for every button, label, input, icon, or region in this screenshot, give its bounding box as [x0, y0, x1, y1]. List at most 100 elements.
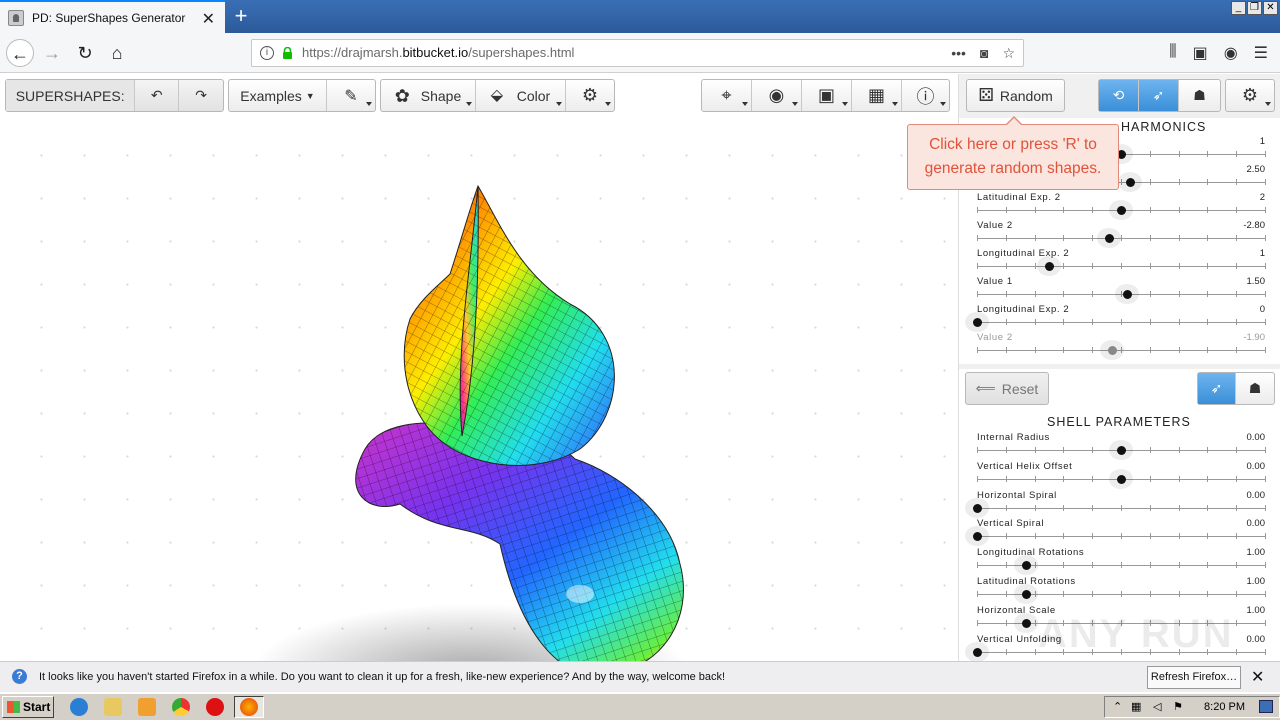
firefox-taskbar-button[interactable] — [234, 696, 264, 718]
flag-icon[interactable]: ⚑ — [1173, 697, 1183, 717]
back-button[interactable]: ← — [6, 39, 34, 67]
forward-button[interactable]: → — [38, 39, 66, 67]
slider-label: Vertical Helix Offset — [977, 460, 1073, 472]
system-tray: ⌃ ▦ ◁ ⚑ 8:20 PM — [1104, 696, 1280, 718]
slider-tick — [1005, 475, 1007, 482]
tab-close-icon[interactable]: ✕ — [202, 9, 215, 29]
window-close-icon[interactable]: ✕ — [1263, 1, 1278, 15]
slider-knob[interactable] — [1122, 290, 1132, 299]
refresh-firefox-button[interactable]: Refresh Firefox… — [1147, 666, 1241, 689]
taskbar: Start ⌃ ▦ ◁ ⚑ 8:20 PM — [0, 693, 1280, 720]
url-bar[interactable]: i https://drajmarsh.bitbucket.io/supersh… — [251, 39, 1024, 67]
harmonics-slider[interactable]: Value 1 1.50 — [977, 276, 1266, 304]
redo-button[interactable]: ↷ — [179, 80, 223, 111]
slider-tick — [1005, 591, 1007, 597]
pocket-icon[interactable]: ◙ — [980, 40, 988, 66]
slider-knob[interactable] — [1125, 178, 1135, 187]
slider-knob[interactable] — [973, 647, 982, 657]
slider-value: 1 — [1259, 248, 1265, 259]
shell-slider[interactable]: Horizontal Spiral 0.00 — [965, 490, 1266, 518]
page-actions-icon[interactable]: ••• — [951, 40, 966, 66]
home-button[interactable]: ⌂ — [103, 39, 131, 67]
harmonics-slider[interactable]: Latitudinal Exp. 2 2 — [977, 192, 1266, 220]
minimize-icon[interactable]: _ — [1231, 1, 1246, 15]
slider-tick — [977, 619, 978, 626]
site-info-icon[interactable]: i — [260, 46, 274, 60]
settings-menu-button[interactable]: ⚙ — [566, 80, 614, 111]
slider-knob[interactable] — [973, 503, 982, 513]
harmonics-slider[interactable]: Value 2 -2.80 — [977, 220, 1266, 248]
random-button[interactable]: ⚄ Random — [966, 79, 1065, 112]
network-icon[interactable]: ▦ — [1131, 697, 1141, 717]
fast-mode-button[interactable]: ➶ — [1139, 80, 1179, 111]
browser-tab[interactable]: PD: SuperShapes Generator ✕ — [0, 0, 225, 33]
show-desktop-icon[interactable] — [1259, 700, 1273, 713]
reload-button[interactable]: ↻ — [71, 39, 99, 67]
shell-slow-button[interactable]: ☗ — [1236, 373, 1274, 404]
slider-tick — [1236, 151, 1238, 157]
display-button[interactable]: ▣ — [802, 80, 852, 111]
shell-slider[interactable]: Vertical Helix Offset 0.00 — [977, 460, 1266, 489]
slider-tick — [1207, 319, 1209, 325]
slider-knob[interactable] — [1021, 590, 1031, 599]
mesh-button[interactable]: ▦ — [852, 80, 902, 111]
orbit-mode-button[interactable]: ⟲ — [1099, 80, 1139, 111]
edit-menu-button[interactable]: ✎ — [327, 80, 375, 111]
screen-icon: ▣ — [817, 85, 835, 105]
library-icon[interactable]: ⫼ — [1169, 43, 1176, 63]
slider-knob[interactable] — [1021, 618, 1031, 628]
slider-tick — [1265, 504, 1266, 511]
slider-value: 2 — [1259, 192, 1265, 203]
reset-button-inner[interactable]: ⟸ Reset — [966, 373, 1048, 404]
harmonics-slider[interactable]: Longitudinal Exp. 2 0 — [965, 304, 1266, 332]
random-button-inner[interactable]: ⚄ Random — [967, 80, 1064, 111]
opera-icon[interactable] — [206, 698, 224, 716]
menu-icon[interactable]: ☰ — [1254, 43, 1268, 63]
chrome-icon[interactable] — [172, 698, 190, 716]
harmonics-slider[interactable]: Longitudinal Exp. 21 — [977, 248, 1266, 276]
bookmark-star-icon[interactable]: ☆ — [1002, 40, 1015, 66]
supershapes-label: SUPERSHAPES: — [6, 80, 136, 111]
shell-fast-button[interactable]: ➶ — [1198, 373, 1236, 404]
shell-slider[interactable]: Internal Radius 0.00 — [977, 432, 1266, 460]
start-button[interactable]: Start — [2, 696, 54, 718]
slider-label: Internal Radius — [977, 432, 1050, 443]
panel-settings-button[interactable]: ⚙ — [1226, 80, 1274, 111]
color-menu-button[interactable]: ⬙ Color — [476, 80, 566, 111]
shell-slider[interactable]: Vertical Spiral 0.00 — [965, 518, 1266, 547]
slider-tick — [977, 207, 978, 213]
camera-target-button[interactable]: ⌖ — [702, 80, 752, 111]
shell-slider[interactable]: Longitudinal Rotations 1.00 — [977, 547, 1266, 576]
tab-favicon-icon — [8, 9, 24, 26]
folder-icon[interactable] — [104, 698, 122, 716]
info-button[interactable]: ⓘ — [902, 80, 949, 111]
slider-knob[interactable] — [973, 318, 982, 327]
undo-button[interactable]: ↶ — [135, 80, 180, 111]
media-player-icon[interactable] — [138, 698, 156, 716]
slider-knob[interactable] — [1117, 446, 1126, 455]
shape-menu-button[interactable]: ✿ Shape — [381, 80, 476, 111]
shell-slider[interactable]: Latitudinal Rotations 1.00 — [977, 576, 1266, 604]
3d-canvas[interactable] — [0, 114, 956, 661]
notification-close-icon[interactable]: ✕ — [1251, 667, 1264, 687]
account-icon[interactable]: ◉ — [1224, 43, 1238, 63]
slider-tick — [1207, 291, 1209, 297]
slider-knob[interactable] — [1045, 262, 1054, 271]
slow-mode-button[interactable]: ☗ — [1179, 80, 1220, 111]
supershape-render[interactable] — [0, 114, 956, 661]
slider-tick — [1149, 347, 1151, 353]
restore-icon[interactable]: ❐ — [1247, 1, 1262, 15]
ie-icon[interactable] — [70, 698, 88, 716]
slider-knob[interactable] — [1117, 206, 1126, 215]
tray-arrow-icon[interactable]: ⌃ — [1113, 697, 1122, 717]
harmonics-slider[interactable]: Value 2 -1.90 — [977, 332, 1266, 360]
slider-knob[interactable] — [1117, 474, 1126, 484]
reset-button[interactable]: ⟸ Reset — [965, 372, 1049, 405]
slider-tick — [1149, 475, 1151, 482]
slider-tick — [1121, 504, 1122, 511]
view-button[interactable]: ◉ — [752, 80, 802, 111]
volume-icon[interactable]: ◁ — [1153, 697, 1161, 717]
examples-dropdown[interactable]: Examples ▼ — [229, 80, 327, 111]
sidebar-icon[interactable]: ▣ — [1193, 43, 1208, 63]
new-tab-button[interactable]: + — [230, 4, 252, 28]
